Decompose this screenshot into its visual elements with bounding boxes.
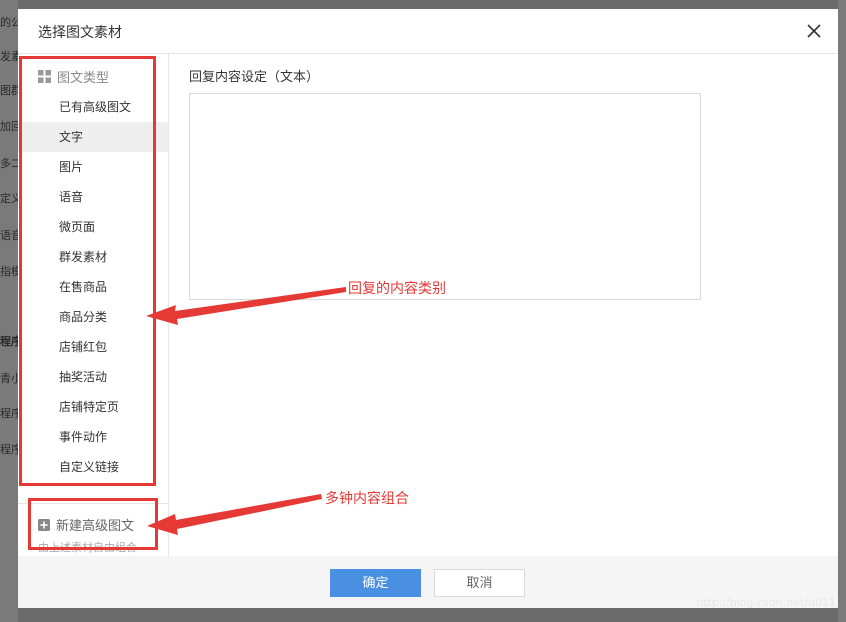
- watermark: http://blog.csdn.net/u011: [696, 596, 836, 609]
- dialog-title: 选择图文素材: [38, 25, 122, 41]
- confirm-button[interactable]: 确定: [330, 569, 421, 597]
- annotation-box-new-advanced: [28, 498, 158, 550]
- annotation-box-type-list: [19, 56, 156, 486]
- cancel-button[interactable]: 取消: [434, 569, 525, 597]
- reply-content-label: 回复内容设定（文本）: [189, 70, 320, 85]
- close-button[interactable]: [804, 21, 824, 41]
- reply-content-panel: 回复内容设定（文本）: [169, 54, 838, 556]
- annotation-combo: 多钟内容组合: [325, 491, 409, 507]
- annotation-reply-type: 回复的内容类别: [348, 281, 446, 297]
- reply-content-textarea[interactable]: [189, 93, 701, 300]
- close-icon: [807, 24, 821, 38]
- dialog-header: 选择图文素材: [18, 9, 838, 54]
- background-page-strip: 的公 发素 图群 加回 多二 定义 语音 指模 程序 青小 程序 程序: [0, 0, 22, 622]
- background-page-strip-right: [838, 0, 846, 622]
